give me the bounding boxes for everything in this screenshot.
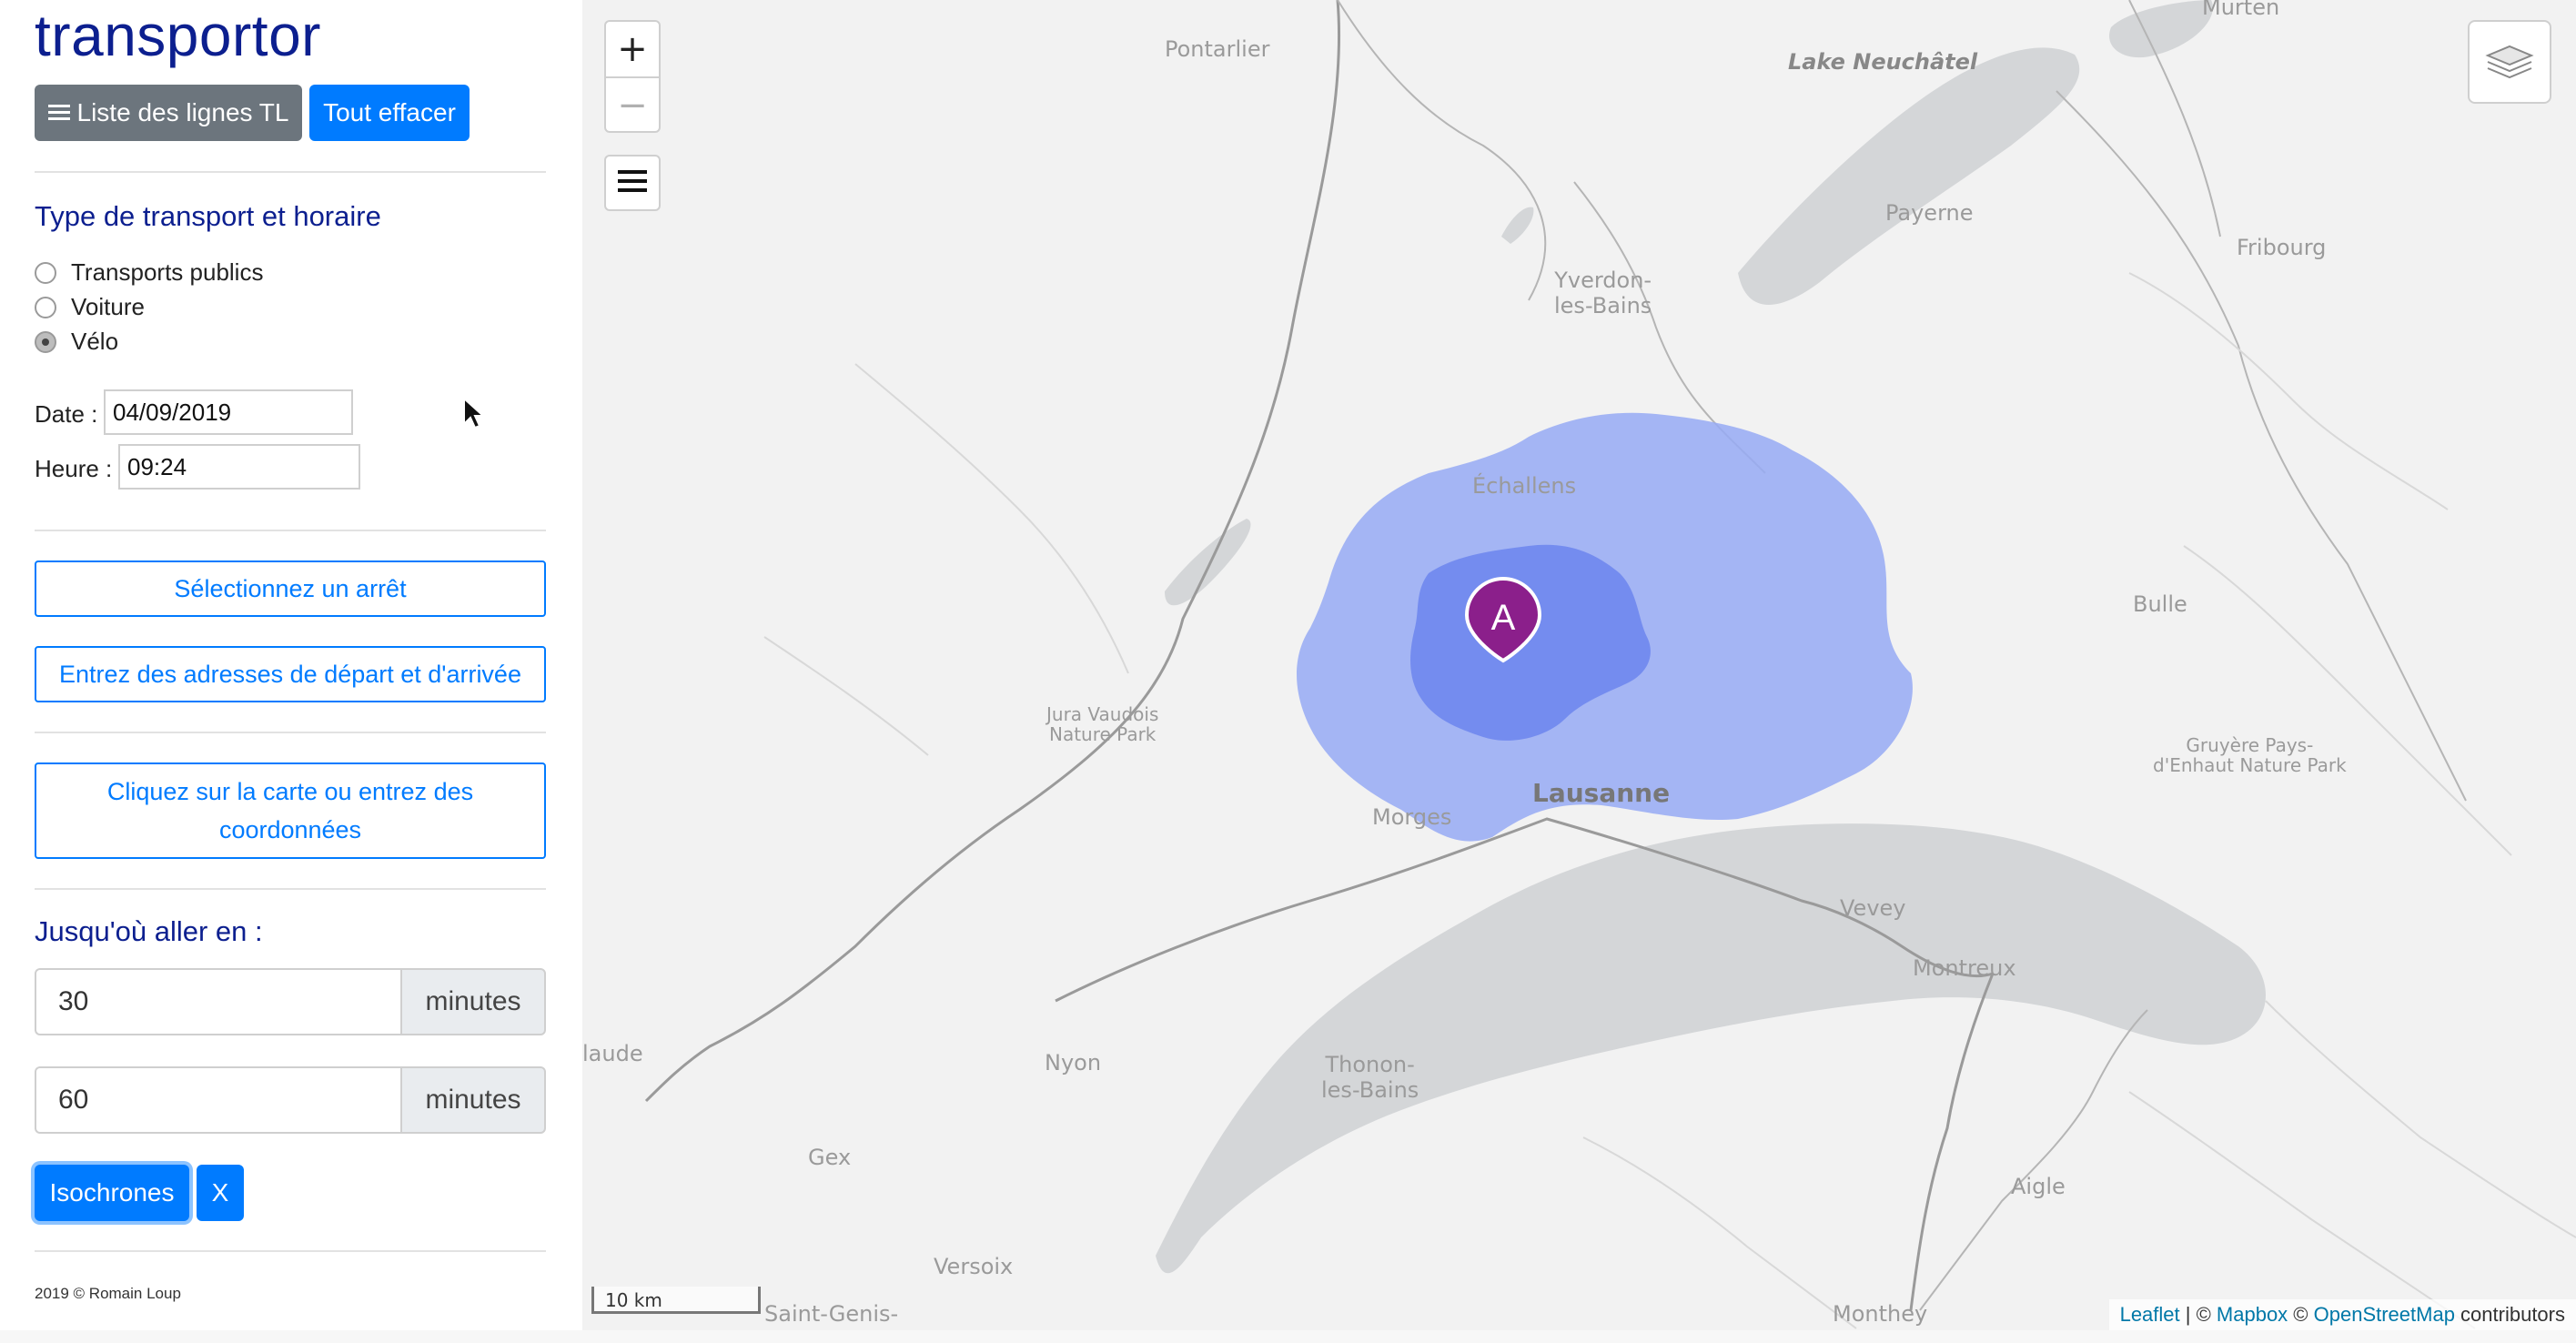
scale-bar: 10 km [591,1287,761,1314]
marker-letter: A [1491,598,1516,638]
menu-icon [618,168,647,198]
isochrones-button[interactable]: Isochrones [35,1165,189,1221]
minutes-group-1: 30 minutes [35,968,546,1035]
map-label-jura-line2: Nature Park [1048,723,1157,745]
radio-public-transport[interactable]: Transports publics [35,258,263,287]
reach-section-title: Jusqu'où aller en : [35,915,263,947]
page-bottom-strip [0,1330,2576,1343]
radio-button-checked[interactable] [35,330,56,353]
map-label-morges: Morges [1372,804,1452,830]
enter-addresses-button[interactable]: Entrez des adresses de départ et d'arriv… [35,646,546,702]
radio-label: Transports publics [71,258,264,286]
lines-list-button[interactable]: Liste des lignes TL [35,85,302,141]
zoom-in-button[interactable]: + [606,22,659,76]
divider [35,530,546,531]
map-label-versoix: Versoix [934,1254,1014,1279]
map-label-gruyere-line2: d'Enhaut Nature Park [2153,754,2347,776]
map-attribution: Leaflet | © Mapbox © OpenStreetMap contr… [2108,1299,2576,1330]
divider [35,732,546,733]
map-label-gruyere-park: Gruyère Pays- d'Enhaut Nature Park [2153,735,2347,775]
map-label-thonon-line1: Thonon- [1325,1052,1415,1077]
map-view[interactable]: A Murten Pontarlier Lake Neuchâtel Payer… [582,0,2576,1330]
radio-button[interactable] [35,296,56,318]
date-input[interactable]: 04/09/2019 [104,389,353,435]
minutes-input-1[interactable]: 30 [35,968,400,1035]
radio-bike[interactable]: Vélo [35,328,118,356]
openstreetmap-link[interactable]: OpenStreetMap [2314,1303,2455,1327]
map-label-yverdon: Yverdon- les-Bains [1554,268,1652,318]
footer-credit: 2019 © Romain Loup [35,1285,181,1302]
click-map-label-line1: Cliquez sur la carte ou entrez des [106,778,474,805]
map-label-pontarlier: Pontarlier [1165,36,1270,62]
lake-murten [2109,0,2213,58]
radio-label: Vélo [71,328,119,355]
map-label-fribourg: Fribourg [2237,235,2327,260]
mapbox-link[interactable]: Mapbox [2217,1303,2288,1327]
map-label-echallens: Échallens [1472,473,1577,499]
map-label-gex: Gex [808,1145,852,1170]
time-input[interactable]: 09:24 [118,444,360,490]
date-label: Date : [35,400,98,428]
attribution-separator: | © [2179,1303,2217,1326]
attribution-separator: © [2288,1303,2314,1326]
divider [35,888,546,890]
select-stop-button[interactable]: Sélectionnez un arrêt [35,560,546,617]
click-map-label-line2: coordonnées [218,816,362,843]
map-label-vevey: Vevey [1840,895,1906,921]
sidebar: transportor Liste des lignes TL Tout eff… [0,0,582,1343]
minutes-unit-2: minutes [400,1066,546,1134]
map-label-gruyere-line1: Gruyère Pays- [2186,734,2314,756]
clear-isochrones-button[interactable]: X [197,1165,244,1221]
lines-list-label: Liste des lignes TL [76,98,289,126]
radio-car[interactable]: Voiture [35,293,145,321]
map-label-murten: Murten [2202,0,2280,20]
map-label-yverdon-line1: Yverdon- [1554,268,1652,293]
radio-button[interactable] [35,261,56,284]
map-menu-button[interactable] [604,155,661,211]
lac-de-joux [1165,519,1251,606]
map-label-lake-neuchatel: Lake Neuchâtel [1788,49,1978,75]
minutes-unit-1: minutes [400,968,546,1035]
map-label-saint-genis: Saint-Genis- [764,1301,899,1327]
mouse-cursor-icon [462,396,486,436]
click-map-button[interactable]: Cliquez sur la carte ou entrez des coord… [35,762,546,859]
minutes-group-2: 60 minutes [35,1066,546,1134]
map-label-montreux: Montreux [1913,955,2016,981]
divider [35,1250,546,1252]
divider [35,171,546,173]
clear-all-button[interactable]: Tout effacer [309,85,470,141]
layers-icon [2484,37,2535,87]
map-base-layer: A [644,0,2576,1329]
minutes-input-2[interactable]: 60 [35,1066,400,1134]
map-label-thonon-line2: les-Bains [1321,1077,1419,1103]
zoom-out-button[interactable]: − [606,76,659,131]
app-title: transportor [35,3,321,68]
lake-neuchatel [1738,47,2080,305]
lake-geneva [1156,823,2266,1274]
map-label-yverdon-line2: les-Bains [1554,293,1652,318]
map-label-bulle: Bulle [2133,591,2187,617]
map-label-monthey: Monthey [1833,1301,1928,1327]
leaflet-link[interactable]: Leaflet [2120,1303,2180,1327]
map-label-thonon: Thonon- les-Bains [1321,1052,1419,1103]
map-label-jura-park: Jura Vaudois Nature Park [1046,704,1158,744]
map-label-lausanne: Lausanne [1532,778,1671,808]
map-label-nyon: Nyon [1045,1050,1102,1075]
zoom-control: + − [604,20,661,133]
hamburger-icon [47,98,70,127]
radio-label: Voiture [71,293,145,320]
attribution-suffix: contributors [2454,1303,2565,1326]
map-label-jura-line1: Jura Vaudois [1046,703,1159,725]
layers-button[interactable] [2468,20,2551,104]
time-label: Heure : [35,455,113,482]
transport-section-title: Type de transport et horaire [35,200,381,232]
map-label-payerne: Payerne [1885,200,1974,226]
map-label-laude: laude [582,1041,643,1066]
map-label-aigle: Aigle [2011,1174,2066,1199]
